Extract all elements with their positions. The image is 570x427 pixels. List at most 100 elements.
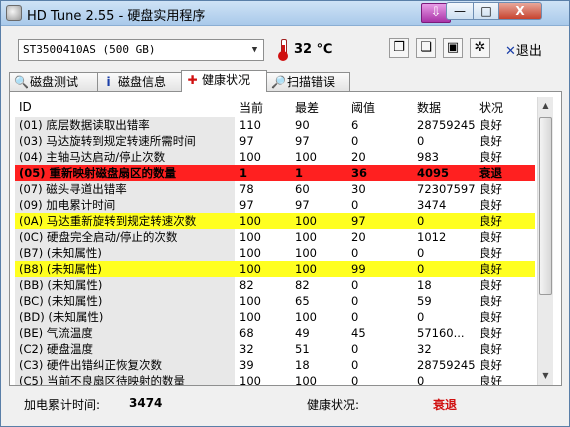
- cell-status: 良好: [479, 294, 502, 308]
- table-row[interactable]: (BC) (未知属性) 100 65 0 59 良好: [15, 293, 535, 309]
- copy-all-icon[interactable]: ❏: [416, 38, 436, 58]
- cell-id: (C3) 硬件出错纠正恢复次数: [15, 357, 235, 373]
- window-title: HD Tune 2.55 - 硬盘实用程序: [27, 9, 206, 24]
- cell-current: 97: [239, 198, 254, 212]
- table-row[interactable]: (07) 磁头寻道出错率 78 60 30 72307597 良好: [15, 181, 535, 197]
- scroll-down-icon[interactable]: ▼: [538, 367, 553, 384]
- benchmark-icon: 🔍: [14, 75, 29, 89]
- tab-info[interactable]: i 磁盘信息: [97, 72, 182, 91]
- table-row[interactable]: (C2) 硬盘温度 32 51 0 32 良好: [15, 341, 535, 357]
- cell-id: (C2) 硬盘温度: [15, 341, 235, 357]
- app-window: HD Tune 2.55 - 硬盘实用程序 ⇩ — □ X ST3500410A…: [0, 0, 570, 427]
- cell-data: 59: [417, 294, 432, 308]
- table-row[interactable]: (B8) (未知属性) 100 100 99 0 良好: [15, 261, 535, 277]
- copy-icon[interactable]: ❐: [389, 38, 409, 58]
- cell-current: 100: [239, 374, 261, 385]
- table-row[interactable]: (C5) 当前不良扇区待映射的数量 100 100 0 0 良好: [15, 373, 535, 385]
- cell-worst: 51: [295, 342, 310, 356]
- cell-id: (BE) 气流温度: [15, 325, 235, 341]
- cell-threshold: 6: [351, 118, 359, 132]
- exit-icon: ✕: [505, 44, 516, 59]
- cell-status: 良好: [479, 150, 502, 164]
- table-row[interactable]: (05) 重新映射磁盘扇区的数量 1 1 36 4095 衰退: [15, 165, 535, 181]
- cell-threshold: 45: [351, 326, 366, 340]
- scrollbar-thumb[interactable]: [539, 117, 552, 295]
- chevron-down-icon[interactable]: ▼: [246, 40, 263, 60]
- cell-status: 良好: [479, 182, 502, 196]
- table-row[interactable]: (C3) 硬件出错纠正恢复次数 39 18 0 28759245 良好: [15, 357, 535, 373]
- close-button[interactable]: X: [498, 2, 542, 20]
- cell-status: 良好: [475, 261, 535, 277]
- cell-data: 0: [413, 213, 475, 229]
- tab-label: 磁盘测试: [30, 75, 79, 89]
- cell-threshold: 0: [351, 358, 359, 372]
- cell-current: 100: [239, 150, 261, 164]
- table-row[interactable]: (BE) 气流温度 68 49 45 57160... 良好: [15, 325, 535, 341]
- smart-table-container[interactable]: ID 当前 最差 阈值 数据 状况 (01) 底层数据读取出错率 110 90 6 28…: [15, 97, 535, 385]
- cell-worst: 100: [295, 150, 317, 164]
- cell-current: 100: [235, 261, 291, 277]
- cell-id: (01) 底层数据读取出错率: [15, 117, 235, 133]
- cell-current: 100: [235, 213, 291, 229]
- save-icon[interactable]: ▣: [443, 38, 463, 58]
- table-row[interactable]: (BB) (未知属性) 82 82 0 18 良好: [15, 277, 535, 293]
- col-header-id[interactable]: ID: [15, 97, 235, 117]
- cell-id: (BB) (未知属性): [15, 277, 235, 293]
- health-label: 健康状况:: [307, 398, 360, 412]
- table-row[interactable]: (B7) (未知属性) 100 100 0 0 良好: [15, 245, 535, 261]
- options-icon[interactable]: ✲: [470, 38, 490, 58]
- table-row[interactable]: (04) 主轴马达启动/停止次数 100 100 20 983 良好: [15, 149, 535, 165]
- cell-data: 18: [417, 278, 432, 292]
- cell-id: (B8) (未知属性): [15, 261, 235, 277]
- cell-threshold: 0: [351, 278, 359, 292]
- cell-worst: 100: [295, 230, 317, 244]
- cell-id: (0C) 硬盘完全启动/停止的次数: [15, 229, 235, 245]
- cell-threshold: 20: [351, 150, 366, 164]
- cell-status: 衰退: [475, 165, 535, 181]
- cell-current: 100: [239, 294, 261, 308]
- cell-status: 良好: [475, 213, 535, 229]
- cell-threshold: 0: [351, 374, 359, 385]
- cell-data: 0: [417, 310, 425, 324]
- cell-status: 良好: [479, 246, 502, 260]
- tab-health[interactable]: ✚ 健康状况: [181, 70, 267, 92]
- cell-id: (C5) 当前不良扇区待映射的数量: [15, 373, 235, 385]
- tab-label: 健康状况: [202, 73, 251, 87]
- table-row[interactable]: (03) 马达旋转到规定转速所需时间 97 97 0 0 良好: [15, 133, 535, 149]
- table-row[interactable]: (0A) 马达重新旋转到规定转速次数 100 100 97 0 良好: [15, 213, 535, 229]
- cell-worst: 82: [295, 278, 310, 292]
- vertical-scrollbar[interactable]: ▲ ▼: [537, 97, 553, 385]
- cell-worst: 100: [295, 246, 317, 260]
- cell-status: 良好: [479, 374, 502, 385]
- cell-id: (04) 主轴马达启动/停止次数: [15, 149, 235, 165]
- exit-button[interactable]: ✕退出: [505, 40, 542, 59]
- table-row[interactable]: (BD) (未知属性) 100 100 0 0 良好: [15, 309, 535, 325]
- cell-threshold: 99: [347, 261, 413, 277]
- col-header-data[interactable]: 数据: [413, 97, 475, 117]
- cell-id: (03) 马达旋转到规定转速所需时间: [15, 133, 235, 149]
- cell-threshold: 20: [351, 230, 366, 244]
- col-header-current[interactable]: 当前: [235, 97, 291, 117]
- cell-worst: 100: [291, 261, 347, 277]
- cell-status: 良好: [479, 310, 502, 324]
- minimize-button[interactable]: —: [446, 2, 474, 20]
- scroll-up-icon[interactable]: ▲: [538, 97, 553, 114]
- temperature-value: 32 ℃: [294, 42, 333, 57]
- table-row[interactable]: (09) 加电累计时间 97 97 0 3474 良好: [15, 197, 535, 213]
- cell-worst: 97: [295, 134, 310, 148]
- cell-data: 72307597: [417, 182, 475, 196]
- tab-scan[interactable]: 🔎扫描错误: [266, 72, 350, 91]
- table-row[interactable]: (01) 底层数据读取出错率 110 90 6 28759245 良好: [15, 117, 535, 133]
- cell-worst: 65: [295, 294, 310, 308]
- cell-worst: 49: [295, 326, 310, 340]
- col-header-status[interactable]: 状况: [475, 97, 535, 117]
- cell-worst: 18: [295, 358, 310, 372]
- tab-benchmark[interactable]: 🔍磁盘测试: [9, 72, 98, 91]
- cell-threshold: 30: [351, 182, 366, 196]
- cell-threshold: 0: [351, 198, 359, 212]
- drive-select[interactable]: ST3500410AS (500 GB) ▼: [18, 39, 264, 61]
- col-header-threshold[interactable]: 阈值: [347, 97, 413, 117]
- maximize-button[interactable]: □: [473, 2, 499, 20]
- col-header-worst[interactable]: 最差: [291, 97, 347, 117]
- table-row[interactable]: (0C) 硬盘完全启动/停止的次数 100 100 20 1012 良好: [15, 229, 535, 245]
